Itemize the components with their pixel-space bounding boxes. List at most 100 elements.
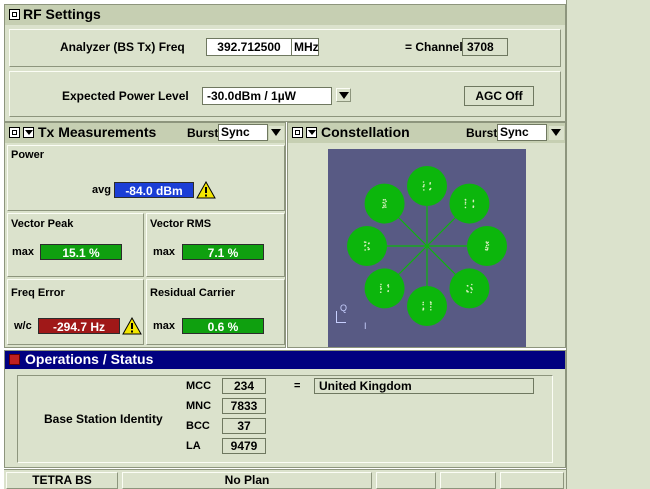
panel-toggle-icon[interactable] (9, 9, 20, 20)
power-label: Power (11, 149, 45, 161)
constellation-point (487, 247, 489, 249)
panel-menu-icon[interactable] (23, 127, 34, 138)
bsi-key-la: LA (186, 440, 201, 452)
panel-toggle-icon[interactable] (9, 127, 20, 138)
constellation-point (464, 201, 467, 204)
operations-panel: Operations / Status Base Station Identit… (4, 350, 566, 468)
constellation-point (367, 246, 369, 249)
status-plan: No Plan (122, 472, 372, 489)
constellation-cluster (407, 286, 447, 326)
panel-menu-icon[interactable] (306, 127, 317, 138)
bsi-value-bcc: 37 (222, 418, 266, 434)
constellation-point (368, 242, 370, 244)
constellation-point (464, 206, 467, 209)
constellation-point (364, 245, 366, 247)
freq-label: Analyzer (BS Tx) Freq (60, 40, 185, 54)
vector-peak-cell: Vector Peak max 15.1 % (7, 213, 144, 277)
constellation-cluster (407, 166, 447, 206)
warning-icon (196, 181, 216, 199)
power-level-label: Expected Power Level (62, 89, 189, 103)
constellation-point (422, 308, 425, 310)
freq-error-value: -294.7 Hz (38, 318, 120, 334)
constellation-point (364, 249, 366, 251)
constellation-point (429, 301, 432, 303)
power-level-dropdown-button[interactable] (336, 88, 351, 102)
bsi-key-bcc: BCC (186, 420, 210, 432)
constellation-point (384, 202, 386, 204)
constellation-burst-select[interactable]: Sync (497, 124, 547, 141)
constellation-point (467, 290, 469, 293)
constellation-point (363, 241, 366, 243)
bsi-value-mnc: 7833 (222, 398, 266, 414)
constellation-burst-dropdown-button[interactable] (549, 126, 564, 140)
constellation-point (470, 291, 473, 294)
constellation-point (429, 306, 432, 308)
tx-measurements-title: Tx Measurements (38, 124, 157, 140)
constellation-point (384, 204, 387, 206)
constellation-point (423, 184, 425, 186)
constellation-point (422, 181, 425, 183)
power-qualifier: avg (92, 184, 111, 196)
bsi-value-la: 9479 (222, 438, 266, 454)
country-value: United Kingdom (314, 378, 534, 394)
constellation-point (429, 188, 431, 191)
constellation-point (484, 248, 487, 251)
constellation-point (422, 301, 425, 304)
freq-input[interactable]: 392.712500 (206, 38, 292, 56)
constellation-point (382, 199, 385, 201)
panel-toggle-icon[interactable] (9, 354, 20, 365)
vector-rms-label: Vector RMS (150, 218, 212, 230)
constellation-point (379, 291, 382, 294)
constellation-point (380, 288, 382, 291)
agc-button[interactable]: AGC Off (464, 86, 534, 106)
constellation-point (387, 284, 390, 286)
freq-row: Analyzer (BS Tx) Freq 392.712500 MHz = C… (9, 29, 561, 67)
constellation-point (385, 206, 387, 208)
bsi-value-mcc: 234 (222, 378, 266, 394)
vector-peak-qualifier: max (12, 246, 35, 258)
rf-settings-panel: RF Settings Analyzer (BS Tx) Freq 392.71… (4, 4, 566, 122)
constellation-point (470, 283, 473, 286)
rf-settings-title: RF Settings (23, 6, 101, 22)
tx-burst-dropdown-button[interactable] (269, 126, 284, 140)
constellation-cluster (364, 268, 405, 309)
vector-peak-value: 15.1 % (40, 244, 122, 260)
constellation-point (387, 290, 390, 292)
status-slot-1 (376, 472, 436, 489)
vector-rms-qualifier: max (153, 246, 176, 258)
status-slot-2 (440, 472, 496, 489)
bsi-key-mcc: MCC (186, 380, 212, 392)
constellation-point (422, 303, 424, 306)
residual-carrier-qualifier: max (153, 320, 176, 332)
constellation-plot: Q I (328, 149, 526, 347)
tx-burst-select[interactable]: Sync (218, 124, 268, 141)
constellation-point (422, 185, 425, 188)
constellation-point (430, 308, 432, 311)
constellation-point (387, 286, 390, 288)
constellation-point (423, 189, 425, 191)
power-level-select[interactable]: -30.0dBm / 1µW (202, 87, 332, 105)
tx-measurements-panel: Tx Measurements Burst Sync Power avg -84… (4, 122, 286, 348)
vector-rms-cell: Vector RMS max 7.1 % (146, 213, 285, 277)
constellation-panel: Constellation Burst Sync Q I (287, 122, 566, 348)
residual-carrier-cell: Residual Carrier max 0.6 % (146, 279, 285, 345)
constellation-point (430, 303, 432, 306)
constellation-titlebar: Constellation Burst Sync (288, 123, 565, 143)
vector-peak-label: Vector Peak (11, 218, 74, 230)
constellation-point (382, 201, 384, 204)
bsi-key-mnc: MNC (186, 400, 212, 412)
chevron-down-icon (551, 129, 561, 136)
panel-toggle-icon[interactable] (292, 127, 303, 138)
constellation-point (472, 199, 475, 202)
constellation-point (472, 205, 475, 208)
constellation-point (485, 241, 488, 243)
side-panel (566, 0, 650, 489)
power-row: Expected Power Level -30.0dBm / 1µW AGC … (9, 71, 561, 117)
constellation-point (383, 204, 385, 207)
constellation-point (471, 288, 473, 291)
constellation-point (466, 285, 469, 287)
operations-title: Operations / Status (25, 351, 154, 367)
constellation-title: Constellation (321, 124, 410, 140)
power-value: -84.0 dBm (114, 182, 194, 198)
constellation-point (486, 248, 489, 251)
